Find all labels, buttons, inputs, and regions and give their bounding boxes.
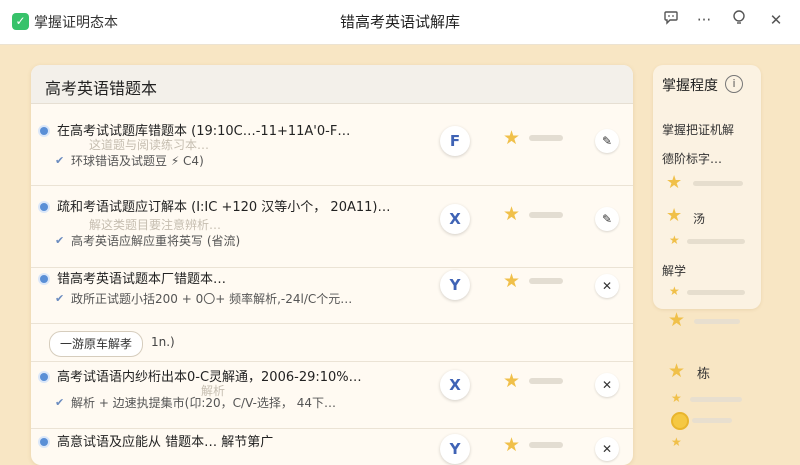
item-subtitle: 环球错语及试题豆 ⚡ C4)	[71, 154, 204, 168]
sidebar-item[interactable]: 德阶标字…	[662, 150, 722, 167]
panel-header: 高考英语错题本	[31, 65, 633, 104]
list-item[interactable]: 高意试语及应能从 错题本… 解节第广 Y ★ ✕	[31, 428, 633, 465]
close-icon[interactable]: ✕	[595, 274, 619, 298]
title-bar: ✓ 掌握证明态本 错高考英语试解库 ··· ✕	[0, 0, 800, 45]
bullet-dot-icon	[40, 438, 48, 446]
coin-icon	[671, 412, 689, 430]
star-icon[interactable]: ★	[503, 434, 520, 456]
star-icon: ★	[669, 233, 680, 247]
star-icon[interactable]: ★	[503, 370, 520, 392]
check-icon: ✔	[55, 396, 65, 409]
mastery-bar	[529, 278, 563, 284]
mastery-sidebar: 掌握程度 i 掌握把证机解 德阶标字… ★ ★ 汤 ★ 解学 ★	[653, 65, 761, 309]
check-icon: ✔	[55, 234, 65, 247]
item-title: 高意试语及应能从 错题本… 解节第广	[57, 435, 274, 450]
star-icon: ★	[666, 172, 683, 193]
star-icon[interactable]: ★	[503, 203, 520, 225]
star-icon: ★	[668, 309, 686, 331]
chat-icon[interactable]	[657, 6, 685, 34]
level-bar	[687, 239, 745, 244]
close-icon[interactable]: ✕	[595, 373, 619, 397]
info-icon[interactable]: i	[725, 75, 743, 93]
item-subtitle: 政所正试题小括200 + 0〇+ 频率解析,-24l/C个元…	[71, 292, 353, 306]
pencil-icon[interactable]: ✎	[595, 207, 619, 231]
item-ghost-text: 解这类题目要注意辨析…	[89, 218, 222, 232]
bullet-dot-icon	[40, 275, 48, 283]
flag-button[interactable]: F	[440, 126, 470, 156]
pencil-icon[interactable]: ✎	[595, 129, 619, 153]
bullet-dot-icon	[40, 373, 48, 381]
close-icon[interactable]: ✕	[762, 6, 790, 34]
sidebar-item[interactable]: 栋	[697, 363, 710, 382]
sidebar-title: 掌握程度	[662, 78, 718, 94]
item-ghost-text: 这道题与阅读练习本…	[89, 138, 210, 152]
level-bar	[693, 181, 743, 186]
level-bar	[690, 397, 742, 402]
group-count: 1n.)	[151, 335, 175, 349]
mastery-bar	[529, 442, 563, 448]
star-icon: ★	[666, 205, 683, 226]
item-title: 疏和考语试题应订解本 (I:IC +120 汉等小个， 20A11)…	[57, 200, 391, 215]
item-subtitle: 解析 + 边速执提集市(卬:20，C/V-选择， 44下…	[71, 396, 337, 410]
level-bar	[687, 290, 745, 295]
mastery-bar	[529, 378, 563, 384]
star-icon: ★	[671, 435, 682, 449]
more-icon[interactable]: ···	[690, 6, 718, 34]
star-icon: ★	[669, 284, 680, 298]
check-icon: ✔	[55, 154, 65, 167]
sidebar-heading: 掌握把证机解	[662, 123, 735, 137]
panel-title: 高考英语错题本	[45, 79, 158, 98]
level-bar	[692, 418, 732, 423]
sidebar-item[interactable]: 解学	[662, 262, 686, 279]
star-icon[interactable]: ★	[503, 127, 520, 149]
group-filter-pill[interactable]: 一游原车解孝	[49, 331, 144, 357]
mark-x-button[interactable]: X	[440, 370, 470, 400]
list-item[interactable]: 疏和考语试题应订解本 (I:IC +120 汉等小个， 20A11)… 解这类题…	[31, 186, 633, 268]
bullet-dot-icon	[40, 203, 48, 211]
mark-y-button[interactable]: Y	[440, 434, 470, 464]
star-icon[interactable]: ★	[503, 270, 520, 292]
item-subtitle: 高考英语应解应重将英写 (省流)	[71, 234, 241, 248]
level-bar	[694, 319, 740, 324]
list-item[interactable]: 高考试语语内纱桁出本0-C灵解通，2006-29:10%… 解析 ✔ 解析 + …	[31, 361, 633, 429]
mark-y-button[interactable]: Y	[440, 270, 470, 300]
item-title: 错高考英语试题本厂错题本…	[57, 272, 227, 287]
check-icon: ✔	[55, 292, 65, 305]
mistake-notebook-panel: 高考英语错题本 在高考试试题库错题本 (19:10C…-11+11A'0-F… …	[31, 65, 633, 465]
close-icon[interactable]: ✕	[595, 437, 619, 461]
mastery-bar	[529, 135, 563, 141]
sidebar-item[interactable]: 汤	[693, 210, 705, 227]
star-icon: ★	[671, 391, 682, 405]
bullet-dot-icon	[40, 127, 48, 135]
star-icon: ★	[668, 360, 686, 382]
list-item[interactable]: 错高考英语试题本厂错题本… ✔ 政所正试题小括200 + 0〇+ 频率解析,-2…	[31, 268, 633, 324]
bulb-icon[interactable]	[725, 6, 753, 34]
mastery-bar	[529, 212, 563, 218]
list-item[interactable]: 在高考试试题库错题本 (19:10C…-11+11A'0-F… 这道题与阅读练习…	[31, 104, 633, 186]
mark-x-button[interactable]: X	[440, 204, 470, 234]
